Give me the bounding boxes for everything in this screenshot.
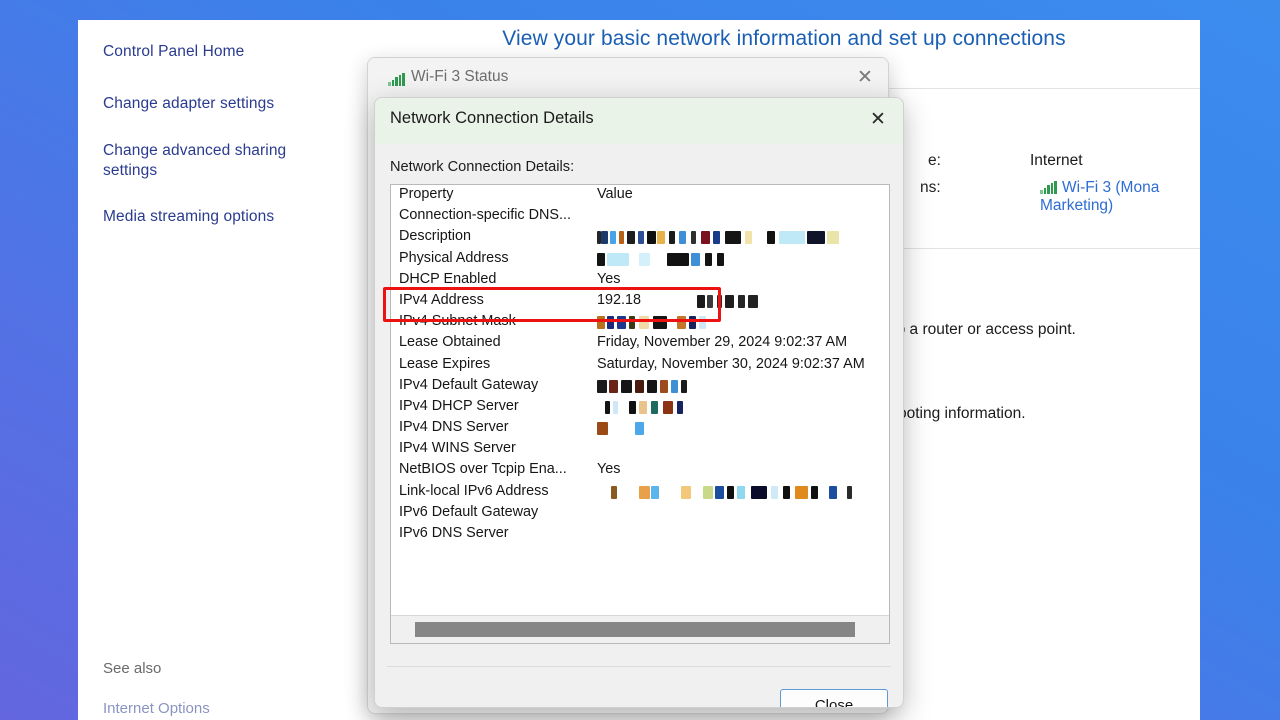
table-row[interactable]: Link-local IPv6 Address — [391, 482, 889, 503]
property-name: IPv4 WINS Server — [399, 440, 516, 457]
table-row[interactable]: IPv4 Address 192.18 — [391, 291, 889, 312]
scrollbar-thumb[interactable] — [415, 622, 855, 637]
page-title: View your basic network information and … — [502, 27, 1066, 50]
access-type-value: Internet — [1030, 152, 1083, 169]
sidebar-item-change-adapter-settings[interactable]: Change adapter settings — [103, 94, 343, 114]
property-value: Friday, November 29, 2024 9:02:37 AM — [597, 334, 848, 351]
property-name: IPv4 Default Gateway — [399, 376, 539, 393]
property-value: 192.18 — [597, 291, 642, 308]
property-name: IPv6 Default Gateway — [399, 503, 539, 520]
sidebar-item-media-streaming-options[interactable]: Media streaming options — [103, 207, 343, 227]
property-name: NetBIOS over Tcpip Ena... — [399, 461, 567, 478]
property-value: Saturday, November 30, 2024 9:02:37 AM — [597, 355, 865, 372]
redacted-value — [597, 378, 687, 395]
property-name: Physical Address — [399, 249, 509, 266]
close-button[interactable]: Close — [780, 689, 888, 707]
setup-connection-text: up a router or access point. — [888, 321, 1076, 338]
wifi-signal-icon — [1040, 181, 1057, 194]
redacted-value — [597, 251, 724, 268]
property-name: Connection-specific DNS... — [399, 207, 571, 224]
property-value: Yes — [597, 461, 621, 478]
sidebar-item-control-panel-home[interactable]: Control Panel Home — [103, 42, 343, 62]
network-connection-details-dialog: Network Connection Details ✕ Network Con… — [374, 97, 904, 708]
redacted-value — [597, 314, 706, 331]
footer-divider — [387, 666, 891, 667]
table-row[interactable]: DHCP Enabled Yes — [391, 270, 889, 291]
dialog-header: Network Connection Details ✕ — [375, 98, 903, 145]
table-row[interactable]: IPv4 WINS Server — [391, 439, 889, 460]
dialog-title: Network Connection Details — [390, 109, 594, 127]
sidebar-item-change-advanced-sharing-settings[interactable]: Change advanced sharing settings — [103, 141, 343, 181]
property-name: Lease Obtained — [399, 334, 501, 351]
wifi-signal-icon — [388, 73, 405, 86]
property-name: IPv6 DNS Server — [399, 525, 509, 541]
access-type-label: e: — [928, 152, 941, 169]
connections-link[interactable]: Wi-Fi 3 (Mona Marketing) — [1040, 179, 1200, 215]
close-icon[interactable]: ✕ — [859, 102, 897, 138]
details-subtitle: Network Connection Details: — [390, 159, 575, 175]
redacted-value — [597, 484, 852, 501]
property-name: IPv4 Subnet Mask — [399, 313, 516, 330]
horizontal-scrollbar[interactable] — [391, 615, 889, 643]
table-row[interactable]: Lease Expires Saturday, November 30, 2024… — [391, 355, 889, 376]
table-row[interactable]: Connection-specific DNS... — [391, 206, 889, 227]
table-row[interactable]: IPv4 DHCP Server — [391, 397, 889, 418]
details-listbox[interactable]: Property Value Connection-specific DNS... D… — [390, 184, 890, 644]
see-also-heading: See also — [103, 660, 162, 677]
property-name: Property — [399, 186, 454, 202]
property-name: DHCP Enabled — [399, 270, 497, 287]
wifi-status-title: Wi-Fi 3 Status — [411, 68, 509, 85]
connections-link-label: Wi-Fi 3 (Mona Marketing) — [1040, 179, 1160, 214]
table-row[interactable]: NetBIOS over Tcpip Ena... Yes — [391, 460, 889, 481]
table-row[interactable]: IPv6 Default Gateway — [391, 503, 889, 524]
table-row[interactable]: Physical Address — [391, 249, 889, 270]
redacted-value — [597, 399, 683, 416]
property-value: Yes — [597, 270, 621, 287]
table-row[interactable]: Description — [391, 227, 889, 248]
sidebar: Control Panel Home Change adapter settin… — [78, 20, 368, 720]
property-name: IPv4 Address — [399, 291, 484, 308]
table-row[interactable]: IPv4 Default Gateway — [391, 376, 889, 397]
table-row[interactable]: IPv4 DNS Server — [391, 418, 889, 439]
details-list: Property Value Connection-specific DNS... D… — [391, 185, 889, 615]
table-header-row[interactable]: Property Value — [391, 185, 889, 206]
connections-label: ns: — [920, 179, 941, 196]
troubleshoot-text: ooting information. — [898, 405, 1026, 422]
redacted-value — [597, 229, 839, 246]
close-icon[interactable]: ✕ — [842, 58, 888, 98]
property-value: Value — [597, 186, 633, 202]
property-name: Lease Expires — [399, 355, 491, 372]
see-also-item-internet-options[interactable]: Internet Options — [103, 700, 210, 717]
redacted-value — [645, 293, 758, 310]
redacted-value — [597, 420, 644, 437]
property-name: IPv4 DNS Server — [399, 419, 509, 436]
property-name: Description — [399, 228, 471, 245]
dialog-body: Network Connection Details: Property Valu… — [375, 144, 903, 707]
property-name: Link-local IPv6 Address — [399, 482, 549, 499]
wifi-status-titlebar: Wi-Fi 3 Status ✕ — [368, 58, 888, 100]
table-row[interactable]: Lease Obtained Friday, November 29, 2024 … — [391, 333, 889, 354]
table-row[interactable]: IPv6 DNS Server — [391, 524, 889, 545]
property-name: IPv4 DHCP Server — [399, 397, 519, 414]
table-row[interactable]: IPv4 Subnet Mask — [391, 312, 889, 333]
